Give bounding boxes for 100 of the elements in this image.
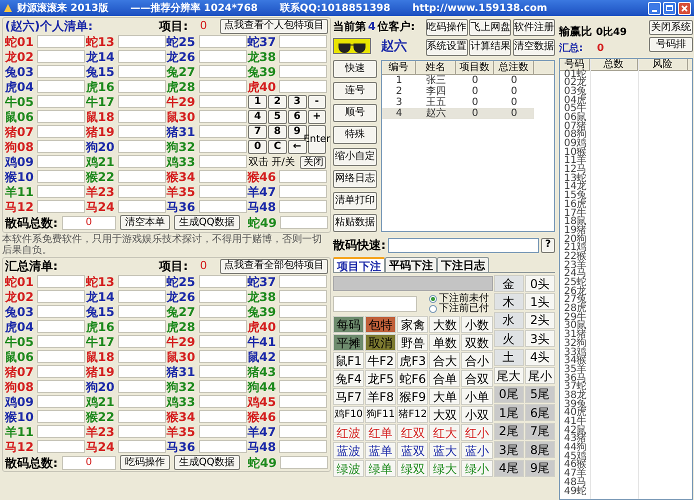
entry-field[interactable] (198, 290, 246, 303)
column-header[interactable]: 号码 (560, 58, 590, 70)
entry-field[interactable] (198, 35, 246, 48)
entry-field[interactable] (37, 65, 85, 78)
entry-field[interactable] (279, 35, 328, 48)
column-header[interactable]: 总数 (590, 58, 638, 70)
bet-button[interactable]: 合小 (461, 352, 493, 369)
bet-button[interactable]: 3尾 (494, 441, 524, 458)
entry-field[interactable] (198, 350, 246, 363)
entry-field[interactable] (279, 350, 328, 363)
entry-field[interactable] (279, 80, 328, 93)
entry-field[interactable] (279, 410, 328, 423)
bet-button[interactable]: 尾大 (494, 367, 524, 384)
system-button[interactable]: 关闭系统 (649, 20, 693, 35)
entry-field[interactable] (37, 380, 85, 393)
entry-field[interactable] (37, 440, 85, 453)
bet-button[interactable]: 水 (494, 312, 524, 329)
column-header[interactable]: 编号 (382, 61, 416, 74)
keypad-key[interactable]: ← (288, 140, 306, 154)
entry-field[interactable] (198, 380, 246, 393)
bet-button[interactable]: 1头 (524, 293, 555, 310)
entry-field[interactable] (198, 185, 246, 198)
entry-field[interactable] (198, 425, 246, 438)
entry-field[interactable] (279, 320, 328, 333)
entry-field[interactable] (37, 290, 85, 303)
entry-field[interactable] (198, 170, 246, 183)
bet-button[interactable]: 绿大 (429, 460, 460, 477)
entry-field[interactable] (118, 95, 166, 108)
entry-field[interactable] (118, 440, 166, 453)
entry-field[interactable] (198, 275, 246, 288)
entry-field[interactable] (118, 80, 166, 93)
bet-button[interactable]: 大双 (429, 406, 460, 423)
entry-field[interactable] (37, 140, 85, 153)
bet-button[interactable]: 0头 (524, 275, 555, 292)
entry-field[interactable] (279, 275, 328, 288)
keypad-key[interactable]: + (308, 110, 326, 124)
entry-field[interactable] (198, 50, 246, 63)
bet-button[interactable]: 猪F12 (397, 406, 428, 423)
bet-button[interactable]: 包特 (365, 316, 396, 333)
entry-field[interactable] (118, 410, 166, 423)
entry-field[interactable] (118, 290, 166, 303)
bet-button[interactable]: 羊F8 (365, 388, 396, 405)
entry-field[interactable] (118, 380, 166, 393)
tab[interactable]: 平码下注 (385, 257, 437, 272)
bet-button[interactable]: 蓝单 (365, 442, 396, 459)
entry-field[interactable] (279, 365, 328, 378)
total-field[interactable]: 0 (62, 216, 116, 230)
entry-field[interactable] (198, 335, 246, 348)
toolbar-button[interactable]: 吃码操作 (426, 19, 468, 36)
entry-field[interactable] (37, 395, 85, 408)
toolbar-button[interactable]: 清空数据 (513, 38, 556, 56)
entry-field[interactable] (198, 140, 246, 153)
entry-field[interactable] (279, 395, 328, 408)
tab[interactable]: 下注日志 (437, 257, 489, 272)
bet-button[interactable]: 蓝双 (397, 442, 428, 459)
entry-field[interactable] (279, 380, 328, 393)
toolbar-button[interactable]: 软件注册 (513, 19, 556, 36)
bet-button[interactable]: 龙F5 (365, 370, 396, 387)
bet-button[interactable]: 金 (494, 275, 524, 292)
toolbar-button[interactable]: 飞上网盘 (469, 19, 512, 36)
bet-button[interactable]: 单数 (429, 334, 460, 351)
bet-button[interactable]: 鼠F1 (333, 352, 364, 369)
view-items-button[interactable]: 点我查看个人包特项目 (220, 18, 328, 34)
entry-field[interactable] (198, 65, 246, 78)
entry-field[interactable] (118, 65, 166, 78)
side-button[interactable]: 顺号 (333, 104, 377, 122)
entry-field[interactable] (279, 425, 328, 438)
entry-field[interactable] (118, 350, 166, 363)
bet-button[interactable]: 尾小 (524, 367, 555, 384)
bet-button[interactable]: 红小 (461, 424, 493, 441)
maximize-button[interactable] (663, 2, 676, 14)
entry-field[interactable] (118, 125, 166, 138)
entry-field[interactable] (118, 50, 166, 63)
keypad-key[interactable]: 6 (288, 110, 306, 124)
entry-field[interactable] (279, 290, 328, 303)
side-button[interactable]: 清单打印 (333, 192, 377, 210)
entry-field[interactable] (118, 200, 166, 213)
entry-field[interactable] (118, 395, 166, 408)
bet-button[interactable]: 野兽 (397, 334, 428, 351)
keypad-key[interactable]: 1 (248, 95, 267, 109)
bet-button[interactable]: 6尾 (524, 404, 555, 422)
bet-button[interactable]: 2头 (524, 312, 555, 329)
entry-field[interactable] (118, 365, 166, 378)
tab[interactable]: 项目下注 (333, 257, 385, 272)
keypad-key[interactable]: 3 (288, 95, 306, 109)
list-action-button[interactable]: 生成QQ数据 (174, 215, 240, 230)
entry-field[interactable] (37, 350, 85, 363)
entry-field[interactable] (37, 80, 85, 93)
entry-field[interactable] (198, 395, 246, 408)
bet-button[interactable]: 合双 (461, 370, 493, 387)
side-button[interactable]: 网络日志 (333, 170, 377, 188)
column-header[interactable]: 项目数 (456, 61, 494, 74)
entry-field[interactable] (118, 155, 166, 168)
bet-button[interactable]: 蓝小 (461, 442, 493, 459)
quick-entry-field[interactable] (388, 238, 539, 252)
entry-field[interactable] (37, 185, 85, 198)
entry-field[interactable] (37, 305, 85, 318)
amount-field[interactable] (333, 296, 417, 312)
view-items-button[interactable]: 点我查看全部包特项目 (220, 258, 328, 274)
bet-button[interactable]: 绿单 (365, 460, 396, 477)
